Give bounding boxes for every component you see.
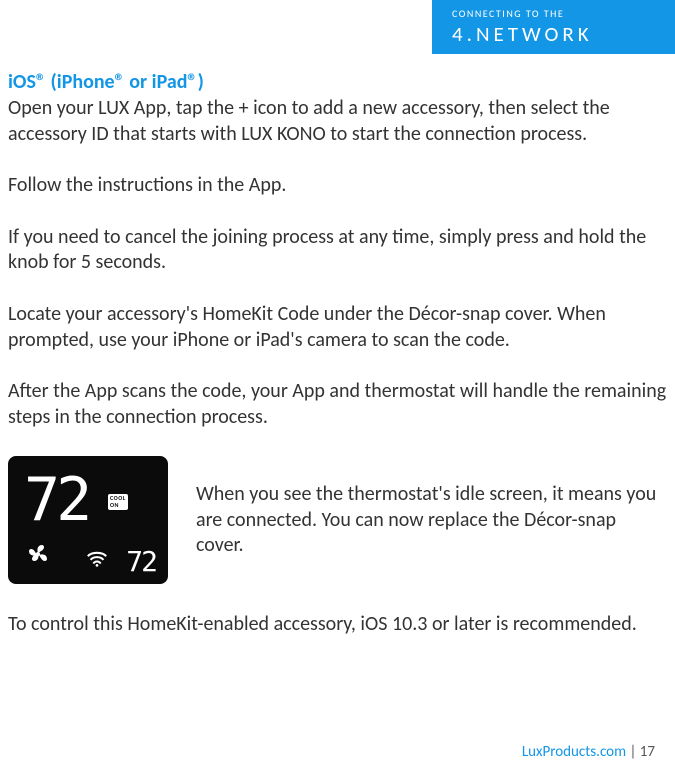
footer-page-number: 17 <box>640 743 655 761</box>
fan-icon <box>26 542 50 566</box>
paragraph-follow-instructions: Follow the instructions in the App. <box>8 173 667 199</box>
paragraph-open-app: Open your LUX App, tap the + icon to add… <box>8 96 667 147</box>
thermostat-temp-small: 72 <box>126 548 156 576</box>
page-footer: LuxProducts.com | 17 <box>522 743 655 761</box>
footer-separator: | <box>626 743 640 761</box>
paragraph-cancel-join: If you need to cancel the joining proces… <box>8 225 667 276</box>
content-area: iOS® (iPhone® or iPad®) Open your LUX Ap… <box>8 70 667 638</box>
paragraph-locate-homekit: Locate your accessory's HomeKit Code und… <box>8 302 667 353</box>
chapter-subtitle: CONNECTING TO THE <box>452 7 564 20</box>
paragraph-after-scan: After the App scans the code, your App a… <box>8 379 667 430</box>
paragraph-ios-version: To control this HomeKit-enabled accessor… <box>8 612 667 638</box>
wifi-icon <box>86 550 108 568</box>
footer-link[interactable]: LuxProducts.com <box>522 743 626 761</box>
thermostat-device-image: 72 COOL ON 72 <box>8 456 168 584</box>
mode-line2: ON <box>110 501 119 509</box>
thermostat-idle-text: When you see the thermostat's idle scree… <box>196 482 667 559</box>
thermostat-row: 72 COOL ON 72 When you see the thermosta… <box>8 456 667 584</box>
thermostat-temp-large: 72 <box>24 470 88 530</box>
section-heading-ios: iOS® (iPhone® or iPad®) <box>8 70 667 94</box>
chapter-header-band: CONNECTING TO THE 4.NETWORK <box>432 0 675 54</box>
chapter-title: 4.NETWORK <box>452 21 593 47</box>
thermostat-mode-badge: COOL ON <box>108 494 128 509</box>
